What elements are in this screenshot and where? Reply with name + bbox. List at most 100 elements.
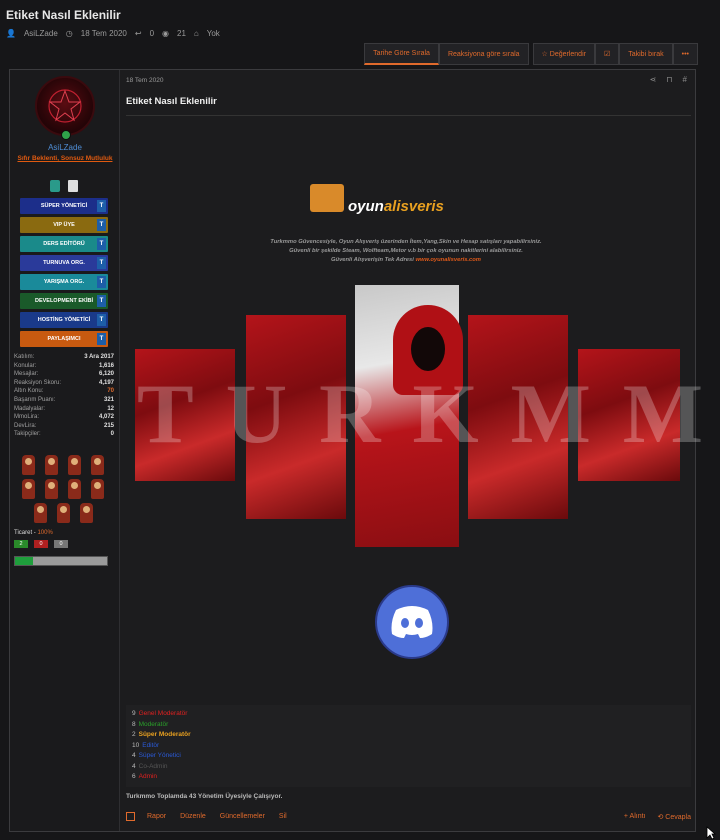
staff-count: 8	[132, 720, 136, 728]
staff-role[interactable]: Süper Moderatör	[139, 731, 191, 738]
progress-fill	[15, 557, 34, 565]
stat-value[interactable]: 3 Ara 2017	[84, 353, 114, 362]
banner-tag-icon: T	[97, 314, 106, 326]
trophy-icon[interactable]	[57, 503, 70, 523]
delete-button[interactable]: Sil	[279, 813, 287, 820]
share-icon[interactable]: ⋖	[650, 75, 657, 84]
updates-button[interactable]: Güncellemeler	[220, 813, 265, 820]
trophy-icon[interactable]	[22, 455, 35, 475]
thread-author[interactable]: AsiLZade	[24, 29, 58, 38]
cart-icon	[310, 184, 344, 212]
document-icon	[68, 180, 78, 192]
banner-label: DERS EDİTÖRÜ	[43, 241, 85, 247]
check-button[interactable]: ☑	[594, 43, 620, 65]
stat-value[interactable]: 12	[107, 405, 114, 414]
stat-value[interactable]: 4,197	[99, 379, 114, 388]
post-date[interactable]: 18 Tem 2020	[126, 77, 163, 84]
trade-label: Ticaret - 100%	[14, 530, 53, 536]
banner-label: YARIŞMA ORG.	[43, 279, 85, 285]
stat-row: MmoLira: 4,072	[14, 413, 114, 422]
stat-value[interactable]: 0	[111, 430, 114, 439]
user-banner: VIP ÜYE T	[20, 217, 108, 233]
mouse-cursor-icon	[706, 826, 716, 840]
report-button[interactable]: Rapor	[147, 813, 166, 820]
trophy-icon[interactable]	[45, 479, 58, 499]
unfollow-button[interactable]: Takibi bırak	[619, 43, 673, 65]
trade-boxes: 200	[14, 540, 68, 548]
staff-role[interactable]: Genel Moderatör	[139, 710, 188, 717]
user-banner: HOSTİNG YÖNETİCİ T	[20, 312, 108, 328]
reply-actions: + Alıntı ⟲ Cevapla	[624, 813, 691, 821]
trophy-icon[interactable]	[80, 503, 93, 523]
turkmmo-banner-image: TURKMMO	[135, 285, 720, 547]
staff-count: 6	[132, 773, 136, 780]
more-button[interactable]: •••	[672, 43, 698, 65]
staff-row: 4 Co-Admin	[132, 762, 685, 773]
trophy-icon[interactable]	[68, 479, 81, 499]
user-progress-bar	[14, 556, 108, 566]
sort-by-date-tab[interactable]: Tarihe Göre Sırala	[364, 43, 439, 65]
trophy-icon[interactable]	[68, 455, 81, 475]
rate-label: Değerlendir	[549, 50, 586, 58]
promo-line-2: Güvenli bir şekilde Steam, Wolfteam,Meto…	[289, 248, 523, 254]
staff-role[interactable]: Moderatör	[139, 721, 169, 728]
verified-icon	[50, 180, 60, 192]
banner-tag-icon: T	[97, 276, 106, 288]
stat-value[interactable]: 4,072	[99, 413, 114, 422]
stat-row: Madalyalar: 12	[14, 405, 114, 414]
trophy-icon[interactable]	[22, 479, 35, 499]
banner-tag-icon: T	[97, 257, 106, 269]
stat-row: Katılım: 3 Ara 2017	[14, 353, 114, 362]
thread-header: Etiket Nasıl Eklenilir 👤 AsiLZade ◷ 18 T…	[6, 4, 716, 38]
thread-meta: 👤 AsiLZade ◷ 18 Tem 2020 ↩ 0 ◉ 21 ⌂ Yok	[6, 29, 716, 38]
staff-role[interactable]: Editör	[142, 742, 159, 749]
username[interactable]: AsiLZade	[10, 143, 120, 152]
select-checkbox[interactable]	[126, 812, 135, 821]
edit-button[interactable]: Düzenle	[180, 813, 206, 820]
rate-button[interactable]: ☆ Değerlendir	[532, 43, 595, 65]
bookmark-icon[interactable]: ⊓	[666, 75, 672, 84]
discord-logo[interactable]	[375, 585, 449, 659]
banner-tag-icon: T	[97, 295, 106, 307]
user-trophies	[22, 455, 112, 523]
stat-row: Takipçiler: 0	[14, 430, 114, 439]
staff-role[interactable]: Süper Yönetici	[139, 752, 181, 759]
trade-percent: 100%	[37, 530, 53, 536]
staff-row: 10 Editör	[132, 741, 685, 752]
staff-role[interactable]: Co-Admin	[139, 763, 168, 770]
stat-value[interactable]: 70	[107, 387, 114, 396]
post-footer-actions: Rapor Düzenle Güncellemeler Sil + Alıntı…	[126, 812, 691, 821]
sort-by-reaction-tab[interactable]: Reaksiyona göre sırala	[438, 43, 529, 65]
staff-footer: Turkmmo Toplamda 43 Yönetim Üyesiyle Çal…	[126, 793, 283, 800]
trophy-icon[interactable]	[91, 479, 104, 499]
trophy-icon[interactable]	[34, 503, 47, 523]
staff-row: 6 Admin	[132, 772, 685, 783]
staff-role[interactable]: Admin	[139, 773, 157, 780]
stat-value[interactable]: 1,616	[99, 362, 114, 371]
stat-value[interactable]: 6,120	[99, 370, 114, 379]
quote-button[interactable]: + Alıntı	[624, 813, 646, 821]
user-title: Sıfır Beklenti, Sonsuz Mutluluk	[17, 155, 113, 162]
banner-tag-icon: T	[97, 219, 106, 231]
user-banners: SÜPER YÖNETİCİ T VIP ÜYE T DERS EDİTÖRÜ T TURN…	[20, 198, 108, 350]
stat-row: Başarım Puanı: 321	[14, 396, 114, 405]
reply-button[interactable]: ⟲ Cevapla	[658, 813, 692, 821]
trophy-icon[interactable]	[45, 455, 58, 475]
promo-line-1: Turkmmo Güvencesiyle, Oyun Alışveriş üze…	[270, 239, 542, 245]
pentagram-icon	[48, 89, 82, 123]
staff-count: 2	[132, 731, 136, 738]
user-icons	[50, 180, 78, 192]
stat-value[interactable]: 321	[104, 396, 114, 405]
stat-label: DevLira:	[14, 422, 37, 429]
banner-tag-icon: T	[97, 200, 106, 212]
thread-toolbar: Tarihe Göre Sırala Reaksiyona göre sıral…	[364, 43, 698, 65]
user-banner: TURNUVA ORG. T	[20, 255, 108, 271]
permalink-icon[interactable]: #	[683, 75, 687, 84]
trophy-icon[interactable]	[91, 455, 104, 475]
tag-icon: ⌂	[193, 29, 199, 38]
avatar[interactable]	[35, 76, 95, 136]
promo-link[interactable]: www.oyunalisveris.com	[415, 257, 481, 263]
banner-tag-icon: T	[97, 238, 106, 250]
stat-label: Katılım:	[14, 354, 35, 360]
stat-value[interactable]: 215	[104, 422, 114, 431]
